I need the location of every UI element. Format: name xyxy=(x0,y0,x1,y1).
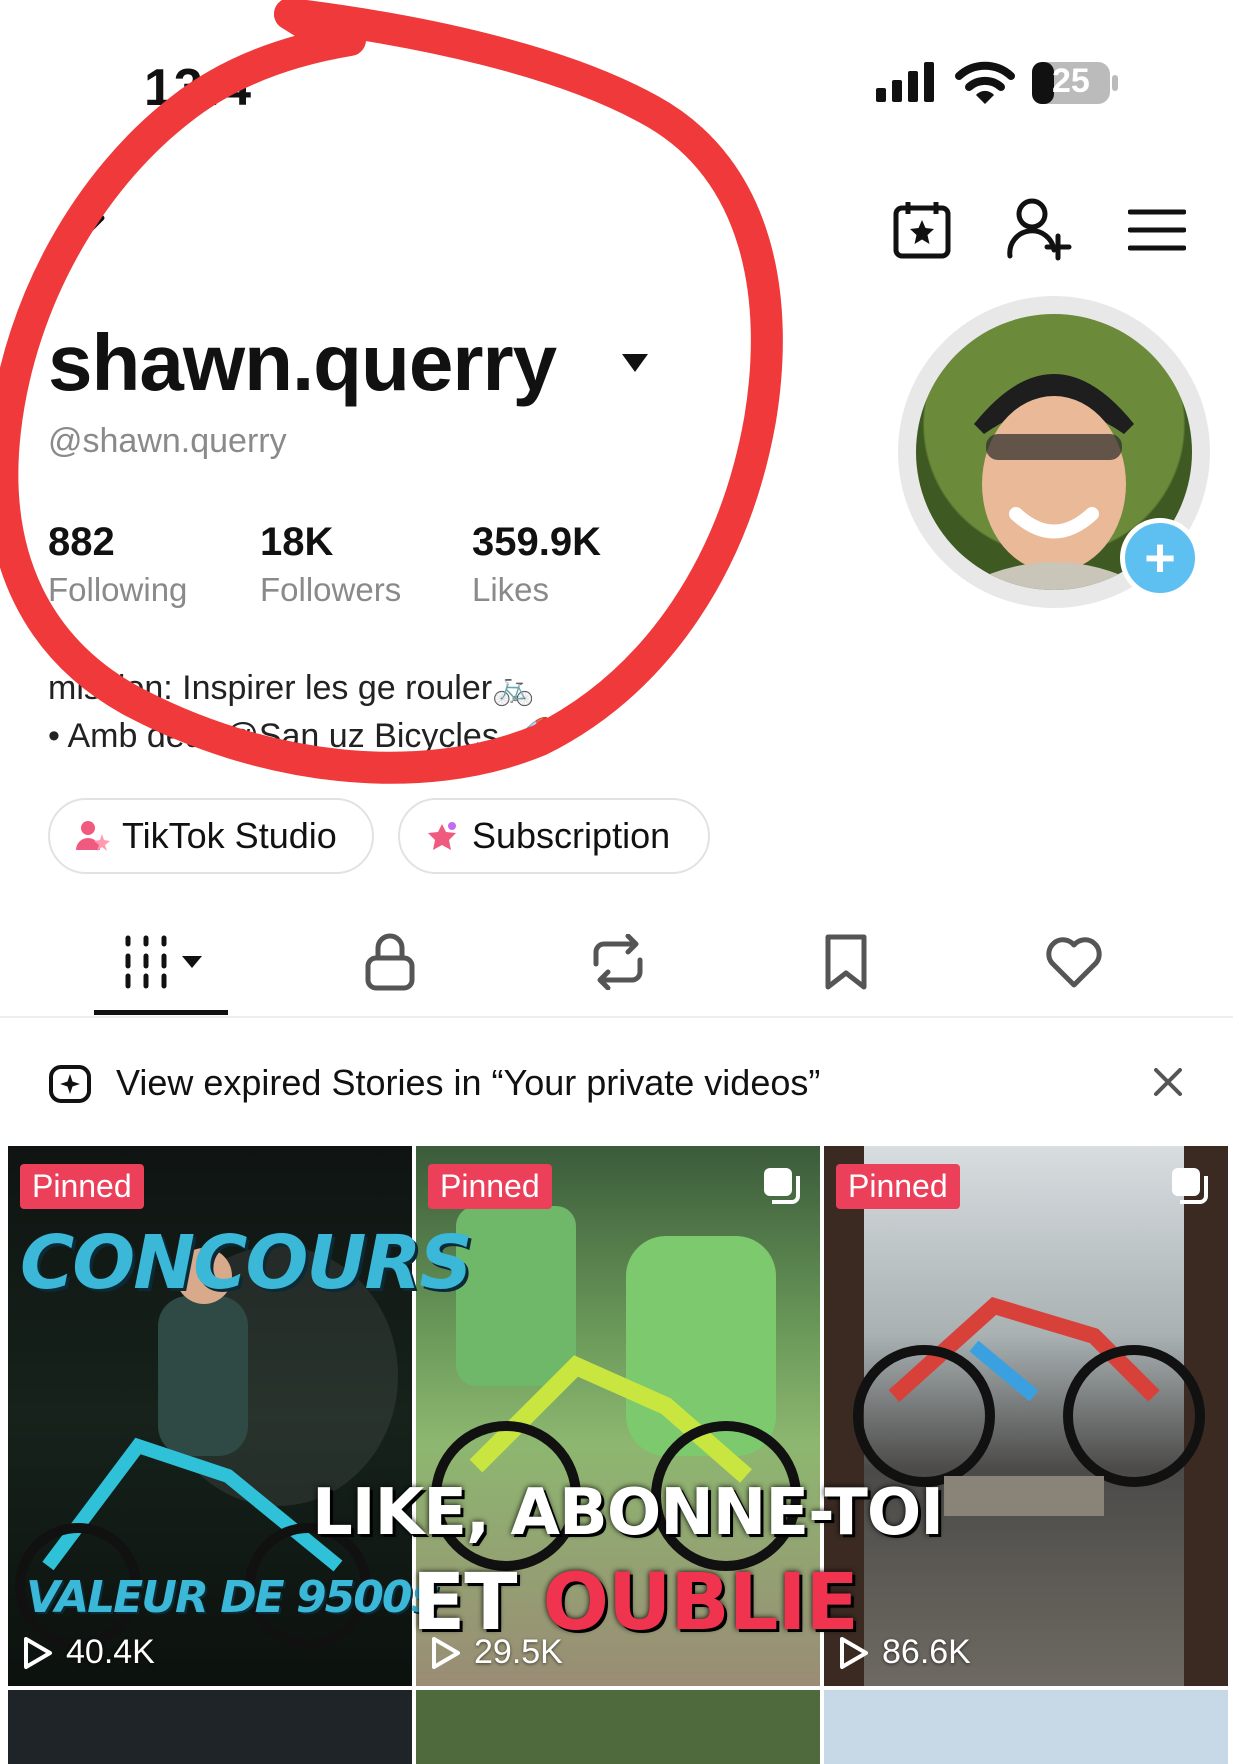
tab-videos[interactable] xyxy=(118,930,208,994)
thumbnail-title: CONCOURS xyxy=(20,1220,473,1306)
close-icon[interactable] xyxy=(1148,1062,1188,1102)
lock-icon xyxy=(365,933,415,991)
stat-label: Followers xyxy=(260,571,402,608)
active-tab-indicator xyxy=(94,1010,228,1015)
pinned-badge: Pinned xyxy=(836,1164,960,1209)
video-thumbnail[interactable] xyxy=(8,1690,412,1764)
stories-banner-text[interactable]: View expired Stories in “Your private vi… xyxy=(116,1062,820,1104)
view-count-value: 86.6K xyxy=(882,1633,971,1671)
view-count-value: 40.4K xyxy=(66,1633,155,1671)
calendar-star-icon[interactable] xyxy=(890,198,954,262)
sparkle-plus-icon xyxy=(49,1065,91,1103)
studio-icon xyxy=(76,821,110,851)
cell-signal-icon xyxy=(876,62,934,102)
stat-following[interactable]: 882 Following xyxy=(48,520,187,609)
tab-favorites[interactable] xyxy=(806,930,886,994)
stat-value: 18K xyxy=(260,520,334,564)
video-thumbnail[interactable] xyxy=(824,1690,1228,1764)
tab-private[interactable] xyxy=(350,930,430,994)
heart-icon xyxy=(1046,937,1102,988)
bio-line: • Amb deur @San uz Bicycles 🚀 xyxy=(48,717,551,755)
subscription-button[interactable]: Subscription xyxy=(398,798,710,874)
thumbnail-subtitle: VALEUR DE 9500$ xyxy=(26,1572,441,1623)
view-count: 40.4K xyxy=(20,1633,155,1672)
status-time: 13:4 xyxy=(144,59,253,117)
edit-icon[interactable] xyxy=(46,198,110,262)
stat-value: 359.9K xyxy=(472,520,601,564)
overlay-caption-line1: LIKE, ABONNE-TOI xyxy=(312,1476,944,1550)
wifi-icon xyxy=(955,61,1015,104)
tiktok-studio-button[interactable]: TikTok Studio xyxy=(48,798,374,874)
tab-divider xyxy=(0,1016,1233,1018)
bio-line: mission: Inspirer les ge rouler🚲 xyxy=(48,669,535,707)
multi-photo-icon xyxy=(1172,1168,1208,1204)
overlay-word-highlight: OUBLIE xyxy=(542,1558,859,1648)
video-thumbnail[interactable]: Pinned 86.6K xyxy=(824,1146,1228,1686)
bookmark-icon xyxy=(825,934,867,990)
overlay-caption-line2: ET OUBLIE xyxy=(412,1558,859,1648)
video-thumbnail[interactable] xyxy=(416,1690,820,1764)
stat-likes[interactable]: 359.9K Likes xyxy=(472,520,601,609)
tab-reposts[interactable] xyxy=(578,930,658,994)
menu-icon[interactable] xyxy=(1128,206,1186,254)
stat-value: 882 xyxy=(48,520,115,564)
battery-level: 25 xyxy=(1052,62,1090,100)
studio-label: TikTok Studio xyxy=(122,815,337,856)
repost-icon xyxy=(593,934,643,990)
subscription-label: Subscription xyxy=(472,815,671,856)
subscription-icon xyxy=(428,822,456,850)
overlay-word: ET xyxy=(412,1558,543,1648)
pinned-badge: Pinned xyxy=(20,1164,144,1209)
stat-label: Following xyxy=(48,571,188,608)
add-user-icon[interactable] xyxy=(1006,196,1074,262)
play-icon xyxy=(24,1636,52,1669)
tab-liked[interactable] xyxy=(1034,930,1114,994)
account-switch-caret-icon[interactable] xyxy=(620,352,650,374)
multi-photo-icon xyxy=(764,1168,800,1204)
thumbnail-image xyxy=(824,1146,1228,1686)
display-name[interactable]: shawn.querry xyxy=(48,318,557,408)
battery-icon: 25 xyxy=(1030,60,1120,106)
stat-followers[interactable]: 18K Followers xyxy=(260,520,401,609)
pinned-badge: Pinned xyxy=(428,1164,552,1209)
add-story-plus-icon[interactable]: + xyxy=(1120,518,1200,598)
grid-icon xyxy=(125,935,202,989)
stat-label: Likes xyxy=(472,571,550,608)
handle: @shawn.querry xyxy=(48,422,287,460)
